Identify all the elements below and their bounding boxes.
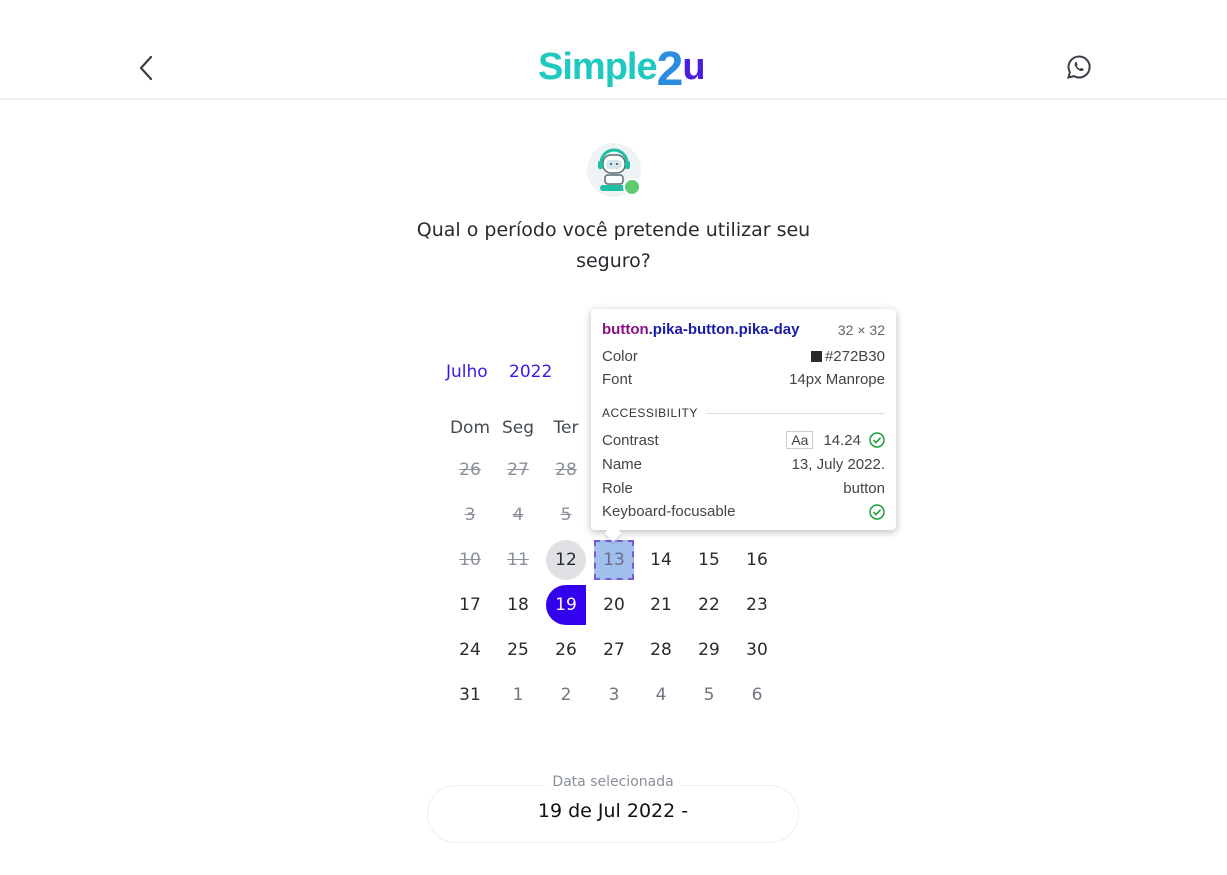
color-value: #272B30 bbox=[824, 348, 885, 365]
calendar-day-button[interactable]: 18 bbox=[498, 585, 538, 625]
calendar-day-button: 5 bbox=[560, 505, 572, 525]
calendar-day-button: 27 bbox=[507, 460, 529, 480]
name-value: 13, July 2022. bbox=[791, 456, 885, 473]
calendar-day-button[interactable]: 3 bbox=[594, 675, 634, 715]
tooltip-arrow bbox=[604, 524, 622, 542]
contrast-aa-badge: Aa bbox=[786, 431, 814, 449]
calendar-day-button[interactable]: 26 bbox=[546, 630, 586, 670]
back-button[interactable] bbox=[132, 52, 160, 84]
selected-date-value: 19 de Jul 2022 - bbox=[537, 800, 689, 822]
contrast-label: Contrast bbox=[602, 431, 659, 449]
calendar-day-button[interactable]: 15 bbox=[689, 540, 729, 580]
calendar-day-button[interactable]: 20 bbox=[594, 585, 634, 625]
calendar-day-button[interactable]: 31 bbox=[450, 675, 490, 715]
logo-text-part3: u bbox=[682, 46, 705, 88]
calendar-day-button[interactable]: 27 bbox=[594, 630, 634, 670]
assistant-avatar bbox=[587, 143, 641, 197]
element-tag: button bbox=[602, 321, 649, 338]
selected-date-label-text: Data selecionada bbox=[546, 774, 680, 790]
weekday-label: Ter bbox=[553, 418, 579, 438]
contrast-value: 14.24 bbox=[823, 432, 861, 449]
accessibility-title: ACCESSIBILITY bbox=[602, 406, 698, 420]
accessibility-section-header: ACCESSIBILITY bbox=[602, 406, 885, 420]
calendar-day-button[interactable]: 28 bbox=[641, 630, 681, 670]
top-bar: Simple 2 u bbox=[0, 0, 1227, 100]
calendar-day-button[interactable]: 16 bbox=[737, 540, 777, 580]
check-circle-icon bbox=[869, 503, 885, 520]
calendar-day-button[interactable]: 25 bbox=[498, 630, 538, 670]
whatsapp-icon bbox=[1067, 55, 1091, 79]
font-label: Font bbox=[602, 371, 633, 388]
calendar-day-button[interactable]: 23 bbox=[737, 585, 777, 625]
calendar-day-button: 10 bbox=[459, 550, 481, 570]
whatsapp-button[interactable] bbox=[1066, 54, 1092, 80]
calendar-day-button[interactable]: 14 bbox=[641, 540, 681, 580]
calendar-day-button[interactable]: 12 bbox=[546, 540, 586, 580]
calendar-day-button[interactable]: 6 bbox=[737, 675, 777, 715]
calendar-day-button[interactable]: 30 bbox=[737, 630, 777, 670]
color-swatch bbox=[810, 351, 822, 362]
inspector-tooltip: button.pika-button.pika-day 32 × 32 Colo… bbox=[591, 309, 896, 542]
logo-text-part2: 2 bbox=[656, 43, 684, 96]
month-select[interactable]: Julho bbox=[446, 362, 488, 382]
calendar-day-button: 26 bbox=[459, 460, 481, 480]
weekday-label: Seg bbox=[501, 418, 535, 438]
online-indicator bbox=[623, 178, 641, 196]
chevron-left-icon bbox=[139, 55, 153, 81]
calendar-day-button: 4 bbox=[512, 505, 524, 525]
calendar-day-button: 3 bbox=[464, 505, 476, 525]
calendar-day-button[interactable]: 13 bbox=[594, 540, 634, 580]
selected-date-label: Data selecionada bbox=[427, 774, 799, 790]
calendar-day-button[interactable]: 2 bbox=[546, 675, 586, 715]
element-dimensions: 32 × 32 bbox=[837, 321, 885, 338]
calendar-day-button[interactable]: 4 bbox=[641, 675, 681, 715]
font-value: 14px Manrope bbox=[789, 371, 885, 388]
calendar-day-button[interactable]: 17 bbox=[450, 585, 490, 625]
role-value: button bbox=[843, 480, 885, 497]
calendar-day-button: 28 bbox=[555, 460, 577, 480]
weekday-label: Dom bbox=[449, 418, 491, 438]
role-label: Role bbox=[602, 480, 633, 497]
calendar-day-button[interactable]: 22 bbox=[689, 585, 729, 625]
divider bbox=[705, 412, 885, 414]
keyboard-focusable-label: Keyboard-focusable bbox=[602, 503, 736, 520]
calendar-day-button: 11 bbox=[507, 550, 529, 570]
calendar-day-button[interactable]: 29 bbox=[689, 630, 729, 670]
year-select[interactable]: 2022 bbox=[509, 362, 552, 382]
question-text: Qual o período você pretende utilizar se… bbox=[416, 219, 811, 272]
calendar-day-button[interactable]: 5 bbox=[689, 675, 729, 715]
logo: Simple 2 u bbox=[538, 40, 706, 94]
element-selector: button.pika-button.pika-day bbox=[602, 321, 799, 338]
calendar-day-button[interactable]: 1 bbox=[498, 675, 538, 715]
check-circle-icon bbox=[869, 432, 885, 448]
calendar-day-button[interactable]: 21 bbox=[641, 585, 681, 625]
name-label: Name bbox=[602, 456, 643, 473]
logo-text-part1: Simple bbox=[538, 46, 658, 88]
calendar-day-button[interactable]: 19 bbox=[546, 585, 586, 625]
calendar-day-button[interactable]: 24 bbox=[450, 630, 490, 670]
color-label: Color bbox=[602, 348, 638, 365]
element-classes: .pika-button.pika-day bbox=[648, 321, 800, 338]
